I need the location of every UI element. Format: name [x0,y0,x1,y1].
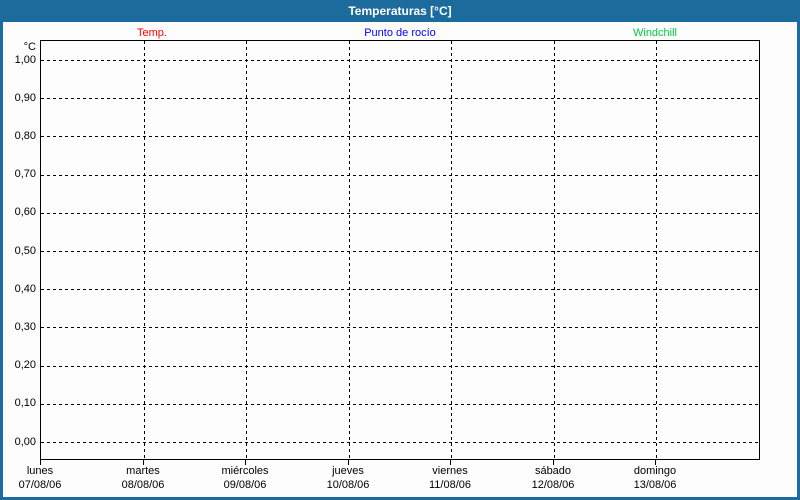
x-gridline [451,41,452,459]
x-tick-label: jueves 10/08/06 [327,464,370,492]
y-gridline [41,98,759,100]
y-gridline [41,403,759,405]
y-tick-label: 0,20 [14,359,36,372]
x-gridline [554,41,555,459]
y-gridline [41,289,759,291]
x-tick-date: 13/08/06 [633,479,677,491]
x-tick-date: 09/08/06 [223,479,267,491]
x-tick-date: 08/08/06 [121,479,165,491]
x-tick-day: lunes [26,465,54,477]
x-tick-label: domingo 13/08/06 [634,464,677,492]
x-tick-day: domingo [633,465,677,477]
y-tick-label: 0,60 [14,206,36,219]
x-tick-day: martes [126,465,160,477]
y-tick-label: 0,40 [14,282,36,295]
weather-chart-window: Temperaturas [°C] Temp. Punto de rocío W… [0,0,800,500]
x-tick-day: jueves [332,465,364,477]
y-gridline [41,327,759,329]
y-tick-label: 0,70 [14,168,36,181]
y-tick-label: 0,80 [14,129,36,142]
y-gridline [41,365,759,367]
x-tick-date: 10/08/06 [326,479,370,491]
x-tick-date: 07/08/06 [18,479,62,491]
y-tick-label: 0,30 [14,320,36,333]
x-tick-label: miércoles 09/08/06 [221,464,268,492]
y-gridline [41,174,759,176]
y-axis-unit-label: °C [23,41,36,53]
x-gridline [349,41,350,459]
x-tick-label: sábado 12/08/06 [532,464,575,492]
y-tick-label: 1,00 [14,53,36,66]
plot-area [40,40,760,460]
x-tick-label: martes 08/08/06 [122,464,165,492]
y-gridline [41,251,759,252]
y-gridline [41,136,759,138]
x-tick-day: miércoles [221,465,269,477]
y-tick-label: 0,90 [14,91,36,104]
x-gridline [656,41,657,459]
y-tick-label: 0,50 [14,244,36,257]
x-tick-date: 11/08/06 [428,479,472,491]
x-tick-label: lunes 07/08/06 [19,464,62,492]
x-tick-date: 12/08/06 [531,479,575,491]
title-bar: Temperaturas [°C] [0,0,800,22]
legend-item-temp: Temp. [137,27,167,39]
y-gridline [41,212,759,214]
y-tick-label: 0,00 [14,435,36,448]
y-tick-label: 0,10 [14,397,36,410]
legend-item-dew-point: Punto de rocío [364,27,436,39]
y-gridline [41,442,759,443]
x-tick-day: viernes [432,465,468,477]
x-gridline [246,41,247,459]
x-tick-day: sábado [534,465,572,477]
legend-item-windchill: Windchill [632,27,678,39]
x-gridline [144,41,145,459]
y-gridline [41,60,759,61]
x-tick-label: viernes 11/08/06 [429,464,471,492]
chart-title: Temperaturas [°C] [348,4,452,18]
